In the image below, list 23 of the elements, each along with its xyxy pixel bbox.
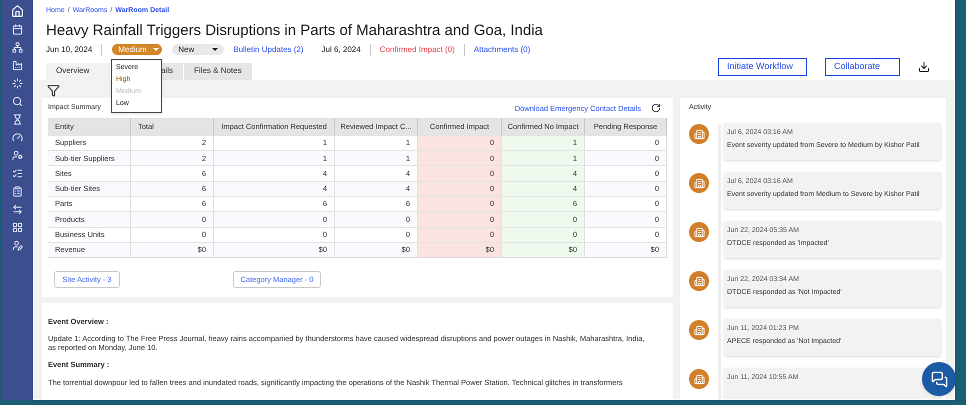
building-icon — [694, 374, 704, 384]
event-date: Jun 10, 2024 — [46, 44, 102, 56]
meta-link[interactable]: Bulletin Updates (2) — [224, 44, 313, 56]
page-title: Heavy Rainfall Triggers Disruptions in Parts of Maharashtra and Goa, India — [46, 20, 544, 40]
caret-icon — [212, 48, 218, 51]
meta-link[interactable]: Confirmed Impact (0) — [370, 44, 465, 56]
building-icon — [694, 226, 704, 238]
tab[interactable]: Overview — [46, 62, 110, 80]
filter-icon[interactable] — [47, 84, 60, 96]
building-icon — [694, 178, 704, 188]
tab[interactable]: Files & Notes — [184, 62, 252, 80]
action-button[interactable]: Initiate Workflow — [718, 58, 807, 76]
action-button[interactable]: Collaborate — [825, 58, 900, 76]
building-icon — [694, 128, 704, 140]
refresh-icon[interactable] — [651, 103, 661, 114]
chat-icon — [930, 370, 948, 388]
meta-date: Jul 6, 2024 — [312, 44, 371, 56]
building-icon — [694, 324, 704, 336]
caret-icon — [152, 48, 159, 51]
status-dropdown[interactable]: New — [172, 44, 224, 55]
meta-link[interactable]: Attachments (0) — [464, 44, 540, 56]
download-icon[interactable] — [918, 60, 930, 72]
building-icon — [694, 276, 704, 286]
